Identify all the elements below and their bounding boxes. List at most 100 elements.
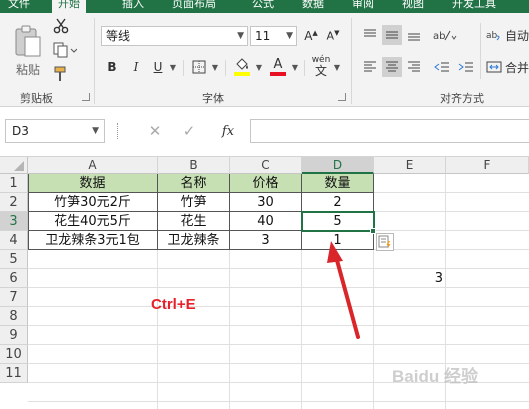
bottom-align-button[interactable]: [404, 25, 424, 45]
row-header-8[interactable]: 8: [0, 307, 28, 326]
bold-button[interactable]: B: [104, 58, 120, 76]
cell-b4[interactable]: 卫龙辣条: [158, 231, 230, 250]
column-header-d[interactable]: D: [302, 157, 374, 174]
cell-a1[interactable]: 数据: [28, 174, 158, 193]
decrease-font-button[interactable]: A▼: [324, 27, 342, 45]
tab-home[interactable]: 开始: [52, 0, 86, 13]
font-color-button[interactable]: A: [268, 56, 288, 78]
underline-button[interactable]: U: [150, 58, 166, 76]
paste-button[interactable]: 粘贴: [10, 19, 46, 83]
increase-font-button[interactable]: A▲: [302, 27, 320, 45]
red-arrow-annotation: [327, 241, 360, 339]
font-name-value: 等线: [106, 29, 131, 43]
tab-formulas[interactable]: 公式: [252, 0, 274, 13]
row-header-1[interactable]: 1: [0, 174, 28, 193]
wrap-text-label: 自动: [505, 28, 529, 43]
middle-align-button[interactable]: [382, 25, 402, 45]
check-icon: ✓: [182, 122, 196, 140]
increase-indent-button[interactable]: [456, 57, 476, 77]
formula-bar-grip[interactable]: [117, 123, 119, 139]
flash-fill-icon: [378, 235, 391, 249]
cell-c3[interactable]: 40: [230, 212, 302, 231]
ribbon-tab-bar: 文件 开始 插入 页面布局 公式 数据 审阅 视图 开发工具: [0, 0, 529, 13]
merge-cells-icon: [486, 61, 502, 73]
orientation-button[interactable]: ab: [432, 25, 458, 45]
merge-label: 合并: [505, 60, 529, 75]
cell-d2[interactable]: 2: [302, 193, 374, 212]
cell-c4[interactable]: 3: [230, 231, 302, 250]
chevron-down-icon: ▼: [286, 31, 293, 41]
row-header-11[interactable]: 11: [0, 364, 28, 383]
font-name-select[interactable]: 等线 ▼: [101, 26, 248, 46]
tab-review[interactable]: 审阅: [352, 0, 374, 13]
align-right-button[interactable]: [404, 57, 424, 77]
column-header-a[interactable]: A: [28, 157, 158, 174]
column-header-b[interactable]: B: [158, 157, 230, 174]
row-header-7[interactable]: 7: [0, 288, 28, 307]
column-header-c[interactable]: C: [230, 157, 302, 174]
cell-a2[interactable]: 竹笋30元2斤: [28, 193, 158, 212]
borders-button[interactable]: [190, 58, 208, 76]
tab-view[interactable]: 视图: [402, 0, 424, 13]
cell-d1[interactable]: 数量: [302, 174, 374, 193]
formula-input[interactable]: [250, 119, 529, 143]
fill-color-button[interactable]: [232, 56, 252, 78]
cell-b2[interactable]: 竹笋: [158, 193, 230, 212]
tab-file[interactable]: 文件: [8, 0, 30, 13]
row-header-9[interactable]: 9: [0, 326, 28, 345]
cut-button[interactable]: [52, 17, 70, 35]
copy-button[interactable]: [52, 41, 78, 59]
clipboard-launcher-icon[interactable]: [82, 93, 90, 101]
format-painter-button[interactable]: [52, 65, 70, 83]
cell-a4[interactable]: 卫龙辣条3元1包: [28, 231, 158, 250]
phonetic-char: 文: [314, 63, 327, 78]
cell-b3[interactable]: 花生: [158, 212, 230, 231]
merge-center-button[interactable]: 合并: [486, 57, 529, 77]
row-header-4[interactable]: 4: [0, 231, 28, 250]
row-header-3[interactable]: 3: [0, 212, 28, 231]
cell-a3[interactable]: 花生40元5斤: [28, 212, 158, 231]
formula-bar: D3 ▼ ✕ ✓ fx: [0, 107, 529, 157]
phonetic-guide-button[interactable]: wén 文: [310, 55, 332, 77]
row-header-5[interactable]: 5: [0, 250, 28, 269]
copy-icon: [53, 42, 77, 58]
italic-button[interactable]: I: [128, 58, 144, 76]
underline-dropdown[interactable]: ▼: [168, 58, 178, 76]
row-header-2[interactable]: 2: [0, 193, 28, 212]
cancel-entry-button[interactable]: ✕: [146, 121, 164, 141]
active-cell-selection[interactable]: [301, 211, 375, 232]
middle-align-icon: [386, 31, 398, 39]
font-launcher-icon[interactable]: [338, 93, 346, 101]
cell-b1[interactable]: 名称: [158, 174, 230, 193]
font-color-dropdown[interactable]: ▼: [290, 58, 300, 76]
column-header-f[interactable]: F: [446, 157, 529, 174]
column-header-e[interactable]: E: [374, 157, 446, 174]
align-center-button[interactable]: [382, 57, 402, 77]
cell-e6[interactable]: 3: [374, 269, 446, 288]
name-box[interactable]: D3 ▼: [5, 119, 105, 143]
cell-c1[interactable]: 价格: [230, 174, 302, 193]
flash-fill-options-button[interactable]: [376, 233, 394, 251]
select-all-icon: [14, 161, 24, 171]
tab-insert[interactable]: 插入: [122, 0, 144, 13]
select-all-corner[interactable]: [0, 157, 28, 174]
worksheet-grid: A B C D E F 1 2 3 4 5 6 7 8 9 10 11 数据 名…: [0, 157, 529, 409]
decrease-indent-button[interactable]: [432, 57, 452, 77]
tab-page-layout[interactable]: 页面布局: [172, 0, 216, 13]
row-header-6[interactable]: 6: [0, 269, 28, 288]
wrap-text-button[interactable]: ab 自动: [486, 25, 529, 45]
top-align-button[interactable]: [360, 25, 380, 45]
borders-icon: [192, 60, 206, 74]
tab-data[interactable]: 数据: [302, 0, 324, 13]
confirm-entry-button[interactable]: ✓: [180, 121, 198, 141]
insert-function-button[interactable]: fx: [218, 121, 238, 141]
borders-dropdown[interactable]: ▼: [210, 58, 220, 76]
cell-c2[interactable]: 30: [230, 193, 302, 212]
font-size-select[interactable]: 11 ▼: [250, 26, 297, 46]
fill-color-dropdown[interactable]: ▼: [254, 58, 264, 76]
phonetic-dropdown[interactable]: ▼: [332, 58, 342, 76]
tab-developer[interactable]: 开发工具: [452, 0, 496, 13]
row-header-10[interactable]: 10: [0, 345, 28, 364]
align-left-button[interactable]: [360, 57, 380, 77]
font-color-swatch: [270, 72, 286, 76]
